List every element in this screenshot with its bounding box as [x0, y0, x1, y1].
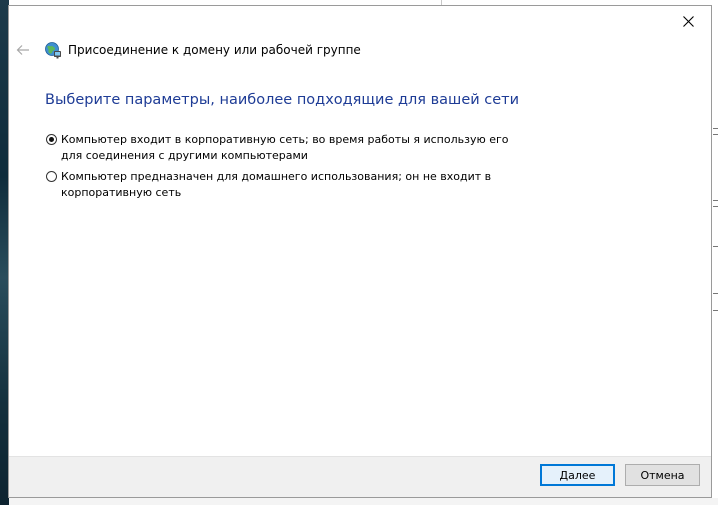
- close-icon: [682, 15, 694, 27]
- network-type-options: Компьютер входит в корпоративную сеть; в…: [46, 132, 546, 206]
- radio-corporate[interactable]: [46, 134, 57, 145]
- back-arrow-icon: [16, 45, 29, 55]
- option-corporate-label: Компьютер входит в корпоративную сеть; в…: [61, 133, 509, 162]
- option-corporate[interactable]: Компьютер входит в корпоративную сеть; в…: [46, 132, 546, 164]
- wizard-title: Присоединение к домену или рабочей групп…: [68, 43, 361, 57]
- join-domain-dialog: Присоединение к домену или рабочей групп…: [8, 5, 712, 498]
- wizard-header: Присоединение к домену или рабочей групп…: [9, 36, 609, 64]
- next-button[interactable]: Далее: [540, 464, 615, 486]
- option-home[interactable]: Компьютер предназначен для домашнего исп…: [46, 169, 546, 201]
- dialog-footer: Далее Отмена: [9, 456, 711, 497]
- page-heading: Выберите параметры, наиболее подходящие …: [45, 92, 520, 108]
- back-button[interactable]: [12, 39, 34, 61]
- option-home-label: Компьютер предназначен для домашнего исп…: [61, 170, 492, 199]
- background-window-bottom: [9, 498, 718, 505]
- cancel-button[interactable]: Отмена: [625, 464, 700, 486]
- network-globe-icon: [45, 42, 61, 59]
- background-window-right: [712, 6, 718, 505]
- close-button[interactable]: [665, 6, 711, 36]
- radio-home[interactable]: [46, 171, 57, 182]
